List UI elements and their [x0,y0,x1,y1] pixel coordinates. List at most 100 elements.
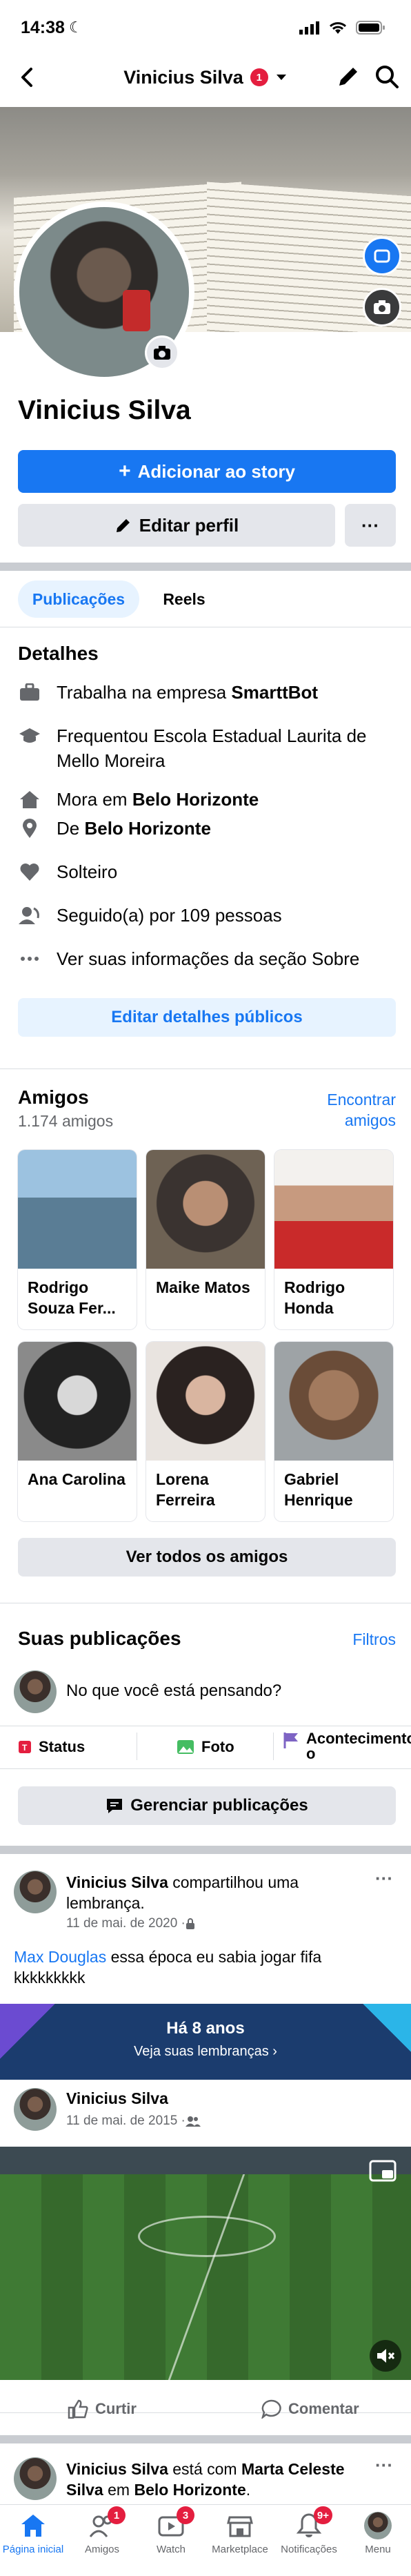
shared-post-author[interactable]: Vinicius Silva [66,2089,168,2108]
lock-icon [186,1918,194,1929]
nav-watch[interactable]: 3 Watch [137,2506,206,2555]
back-arrow-icon[interactable] [14,64,41,91]
post-mention[interactable]: Max Douglas [14,1948,106,1966]
friend-card[interactable]: Maike Matos [146,1150,265,1329]
shared-post-date[interactable]: 11 de mai. de 2015 · [66,2114,186,2129]
friend-card[interactable]: Rodrigo Souza Fer... [18,1150,137,1329]
tab-reels[interactable]: Reels [150,580,218,618]
post2-place[interactable]: Belo Horizonte [134,2481,245,2499]
post-author-avatar[interactable] [14,2457,57,2500]
detail-lives-in: Mora em Belo Horizonte [18,787,404,812]
friend-card[interactable]: Lorena Ferreira [146,1342,265,1521]
post-options-icon[interactable]: ··· [375,1868,393,1889]
header-actions [335,64,400,90]
status-text-icon: T [19,1741,31,1753]
friend-card[interactable]: Rodrigo Honda [274,1150,393,1329]
shared-post-meta: 11 de mai. de 2015 · [66,2114,201,2129]
detail-from: De Belo Horizonte [18,816,404,841]
detail-work-company: SmarttBot [231,682,319,703]
status-bar: 14:38 ☾ [0,0,411,55]
tab-publicacoes[interactable]: Publicações [18,580,139,618]
photo-label: Foto [201,1738,234,1755]
detail-from-prefix: De [57,818,85,839]
shared-post-avatar[interactable] [14,2088,57,2131]
nav-home[interactable]: Página inicial [0,2512,68,2555]
memory-illustration-left [0,2004,62,2080]
friends-heading: Amigos [18,1086,89,1108]
detail-relationship: Solteiro [18,859,404,884]
see-all-friends-button[interactable]: Ver todos os amigos [18,1538,396,1577]
edit-profile-button[interactable]: Editar perfil [18,504,335,547]
manage-posts-button[interactable]: Gerenciar publicações [18,1786,396,1825]
comment-label: Comentar [288,2400,359,2417]
post2-tagged-person[interactable]: Marta Celeste [241,2460,345,2478]
life-event-button[interactable]: Acontecimento o [283,1731,411,1762]
composer-input[interactable]: No que você está pensando? [66,1681,281,1701]
find-friends-line1: Encontrar [327,1091,396,1109]
your-posts-heading: Suas publicações [18,1628,181,1649]
friend-photo [18,1342,137,1461]
add-to-story-button[interactable]: + Adicionar ao story [18,450,396,493]
svg-text:T: T [22,1743,28,1753]
header-title: Vinicius Silva [123,66,243,88]
find-friends-link[interactable]: Encontrar amigos [303,1089,396,1131]
detail-followers[interactable]: Seguido(a) por 109 pessoas [18,903,404,928]
nav-notifications-label: Notificações [281,2544,337,2555]
detail-about[interactable]: Ver suas informações da seção Sobre [18,946,404,971]
post2-author[interactable]: Vinicius Silva [66,2460,168,2478]
detail-lives-in-prefix: Mora em [57,789,132,810]
status-time-group: 14:38 ☾ [21,18,83,38]
comment-button[interactable]: Comentar [261,2399,359,2419]
detail-school: Frequentou Escola Estadual Laurita de Me… [18,723,404,773]
more-icon: ··· [361,514,379,536]
status-button[interactable]: T Status [18,1738,85,1756]
status-time: 14:38 [21,17,65,37]
story-icon [374,249,390,263]
speech-bubble-icon [107,1799,123,1813]
more-options-button[interactable]: ··· [345,504,396,547]
caret-down-icon [276,75,286,80]
memory-illustration-right [349,2004,411,2080]
mute-button[interactable] [370,2340,401,2372]
camera-icon [374,300,390,314]
profile-switcher[interactable]: Vinicius Silva 1 [123,67,288,88]
post-date[interactable]: 11 de mai. de 2020 · [66,1916,186,1931]
friend-card[interactable]: Ana Carolina [18,1342,137,1521]
signal-icon [299,21,319,35]
post-author-avatar[interactable] [14,1871,57,1913]
memory-banner[interactable]: Há 8 anos Veja suas lembranças › [0,2004,411,2080]
post-video[interactable] [0,2147,411,2380]
nav-watch-label: Watch [157,2544,186,2555]
post-author-name[interactable]: Vinicius Silva [66,1873,168,1891]
filters-link[interactable]: Filtros [317,1630,396,1649]
detail-school-text: Frequentou Escola Estadual Laurita de Me… [57,725,367,771]
nav-menu-label: Menu [365,2544,391,2555]
nav-notifications[interactable]: 9+ Notificações [274,2506,343,2555]
edit-public-details-button[interactable]: Editar detalhes públicos [18,998,396,1037]
avatar-camera-button[interactable] [145,335,179,370]
friend-card[interactable]: Gabriel Henrique [274,1342,393,1521]
nav-marketplace[interactable]: Marketplace [206,2512,274,2555]
post-options-icon[interactable]: ··· [375,2455,393,2476]
post-meta: 11 de mai. de 2020 · [66,1916,195,1931]
composer-avatar[interactable] [14,1670,57,1713]
cover-camera-button[interactable] [363,288,401,326]
action-divider [273,1733,274,1760]
status-label: Status [39,1738,86,1755]
nav-menu[interactable]: Menu [343,2512,411,2555]
plus-icon: + [119,460,131,482]
pencil-icon[interactable] [335,64,361,90]
photo-button[interactable]: Foto [177,1738,234,1756]
nav-friends-badge: 1 [108,2506,126,2524]
detail-relationship-text: Solteiro [57,861,118,882]
friends-icon: 1 [88,2506,126,2539]
post2-tagged-surname[interactable]: Silva [66,2481,103,2499]
pip-icon[interactable] [368,2159,399,2185]
nav-friends[interactable]: 1 Amigos [68,2506,137,2555]
post-text-line2: kkkkkkkkk [14,1969,86,1987]
manage-posts-label: Gerenciar publicações [130,1796,308,1815]
like-button[interactable]: Curtir [68,2399,137,2419]
search-icon[interactable] [374,64,400,90]
cover-story-button[interactable] [363,237,401,275]
detail-from-text: De Belo Horizonte [57,816,211,841]
